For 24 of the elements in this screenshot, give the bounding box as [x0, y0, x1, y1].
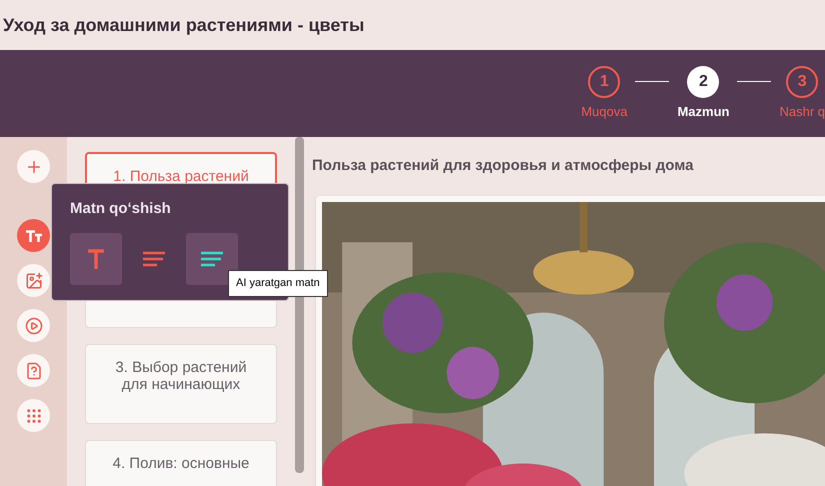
play-icon — [24, 316, 42, 334]
ai-text-icon — [201, 250, 223, 266]
step-tab[interactable]: 1 Muqova — [575, 66, 634, 122]
tooltip: AI yaratgan matn — [228, 270, 328, 296]
popover-title: Matn qo‘shish — [70, 199, 172, 219]
tool-button[interactable] — [17, 219, 50, 252]
tool-button[interactable] — [17, 264, 50, 297]
dots-grid-icon — [24, 406, 42, 424]
text-option-button[interactable] — [186, 232, 238, 284]
page-title: Уход за домашними растениями - цветы — [3, 14, 364, 37]
tool-button[interactable] — [17, 309, 50, 342]
question-file-icon — [24, 362, 42, 380]
tool-button[interactable] — [17, 399, 50, 432]
step-tab[interactable]: 3 Nashr q — [773, 66, 825, 122]
tool-button[interactable] — [17, 150, 50, 183]
tool-button[interactable] — [17, 354, 50, 387]
slide-heading: Польза растений для здоровья и атмосферы дома — [312, 156, 695, 176]
title-icon — [87, 248, 105, 268]
text-size-icon — [26, 230, 42, 242]
image-plus-icon — [24, 272, 42, 290]
step-tab[interactable]: 2 Mazmun — [671, 66, 736, 122]
slide-card[interactable]: 4. Полив: основные — [85, 440, 277, 486]
paragraph-icon — [143, 250, 165, 266]
slide-card[interactable]: 3. Выбор растений для начинающих — [85, 344, 277, 424]
